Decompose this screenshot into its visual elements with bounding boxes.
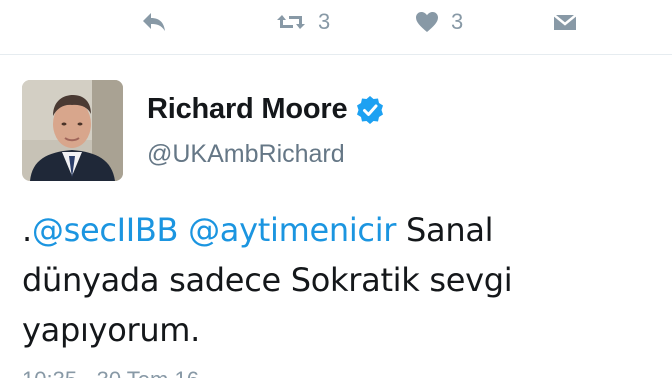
text-prefix: .: [22, 211, 32, 249]
avatar[interactable]: [22, 80, 123, 181]
retweet-button[interactable]: 3: [276, 6, 330, 38]
like-button[interactable]: 3: [415, 6, 463, 38]
previous-tweet-actions: 3 3: [0, 0, 672, 55]
direct-message-icon: [553, 14, 577, 30]
author-name-row[interactable]: Richard Moore: [147, 93, 385, 126]
reply-icon: [143, 13, 165, 31]
direct-message-button[interactable]: [552, 6, 578, 38]
mention-link[interactable]: @secIIBB: [32, 211, 179, 249]
tweet-text-line: yapıyorum.: [22, 311, 201, 349]
author-handle[interactable]: @UKAmbRichard: [147, 140, 345, 169]
display-name[interactable]: Richard Moore: [147, 93, 348, 126]
reply-button[interactable]: [141, 6, 167, 38]
heart-icon: [416, 12, 438, 32]
mention-link[interactable]: @aytimenicir: [188, 211, 396, 249]
tweet-detail-page: 3 3 Richard Moore @UKAmbRichard .@secIIB…: [0, 0, 672, 378]
like-count: 3: [451, 9, 464, 34]
tweet-text-line: dünyada sadece Sokratik sevgi: [22, 261, 513, 299]
tweet: Richard Moore @UKAmbRichard .@secIIBB @a…: [0, 55, 672, 378]
retweet-icon: [277, 15, 305, 29]
retweet-count: 3: [318, 9, 331, 34]
verified-badge-icon: [357, 95, 384, 124]
tweet-text-line: .@secIIBB @aytimenicir Sanal: [22, 205, 652, 255]
tweet-text: .@secIIBB @aytimenicir Sanal dünyada sad…: [22, 205, 652, 355]
tweet-timestamp[interactable]: 10:35 - 30 Tem 16: [22, 367, 199, 378]
tweet-text-segment: Sanal: [406, 211, 494, 249]
